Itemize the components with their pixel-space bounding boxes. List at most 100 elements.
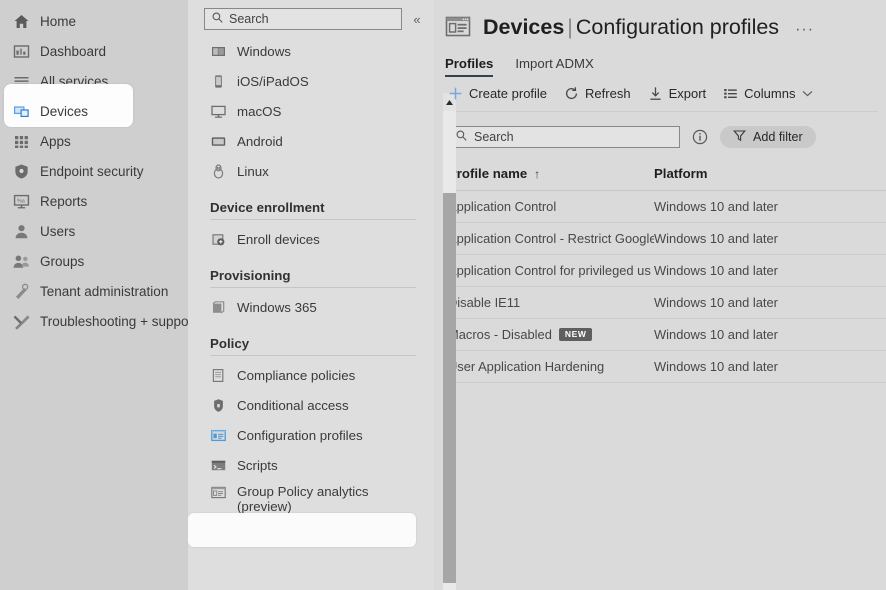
command-bar: Create profile Refresh Export Columns [434, 77, 886, 101]
group-divider [210, 355, 416, 356]
cell-platform: Windows 10 and later [654, 295, 778, 310]
table-row[interactable]: Application ControlWindows 10 and later [448, 191, 886, 223]
sidebar-item-linux[interactable]: Linux [204, 156, 434, 186]
group-divider [210, 287, 416, 288]
nav-item-reports[interactable]: %a Reports [0, 186, 188, 216]
sidebar-item-group-policy-analytics[interactable]: Group Policy analytics (preview) [204, 480, 434, 524]
sidebar-item-conditional-access[interactable]: Conditional access [204, 390, 434, 420]
profiles-table: Profile name ↑ Platform Application Cont… [434, 166, 886, 383]
nav-item-tenant-administration[interactable]: Tenant administration [0, 276, 188, 306]
nav-item-endpoint-security[interactable]: Endpoint security [0, 156, 188, 186]
nav-item-apps[interactable]: Apps [0, 126, 188, 156]
configuration-profiles-icon [210, 427, 226, 443]
column-header-profile-name[interactable]: Profile name ↑ [448, 166, 654, 181]
enroll-devices-icon [210, 231, 226, 247]
sidebar-item-linux-label: Linux [237, 164, 269, 179]
android-tv-icon [210, 133, 226, 149]
profile-name-text: Macros - Disabled [448, 327, 552, 342]
monitor-icon [210, 103, 226, 119]
groups-icon [13, 253, 30, 270]
info-icon[interactable] [692, 129, 708, 145]
export-label: Export [669, 86, 707, 101]
cell-platform: Windows 10 and later [654, 359, 778, 374]
cell-profile-name[interactable]: Macros - Disabled NEW [448, 327, 654, 342]
collapse-panel-icon[interactable]: « [410, 12, 424, 27]
cell-profile-name[interactable]: Application Control - Restrict Google [448, 231, 654, 246]
sidebar-item-configuration-profiles[interactable]: Configuration profiles [204, 420, 434, 450]
all-services-icon [13, 73, 30, 90]
add-filter-button[interactable]: Add filter [720, 126, 816, 148]
group-policy-analytics-line1: Group Policy analytics [237, 484, 369, 499]
export-button[interactable]: Export [648, 86, 707, 101]
troubleshooting-icon [13, 313, 30, 330]
nav-item-home[interactable]: Home [0, 6, 188, 36]
tab-import-admx[interactable]: Import ADMX [515, 56, 593, 77]
table-header-row: Profile name ↑ Platform [448, 166, 886, 191]
sort-ascending-icon: ↑ [534, 167, 540, 181]
table-row[interactable]: Application Control - Restrict GoogleWin… [448, 223, 886, 255]
nav-item-devices[interactable]: Devices [0, 96, 188, 126]
refresh-icon [564, 86, 579, 101]
sidebar-item-windows-365[interactable]: Windows 365 [204, 292, 434, 322]
conditional-access-icon [210, 397, 226, 413]
tab-strip: Profiles Import ADMX [434, 40, 886, 77]
create-profile-button[interactable]: Create profile [448, 86, 547, 101]
nav-item-troubleshooting-support[interactable]: Troubleshooting + support [0, 306, 188, 336]
tab-profiles[interactable]: Profiles [445, 56, 493, 77]
column-header-platform[interactable]: Platform [654, 166, 708, 181]
table-row[interactable]: Application Control for privileged usWin… [448, 255, 886, 287]
nav-item-all-services[interactable]: All services [0, 66, 188, 96]
sidebar-item-ios-ipados[interactable]: iOS/iPadOS [204, 66, 434, 96]
table-row[interactable]: Disable IE11Windows 10 and later [448, 287, 886, 319]
service-nav-scrollbar[interactable] [443, 93, 456, 590]
nav-item-tenant-administration-label: Tenant administration [40, 284, 168, 299]
service-nav-search-input[interactable]: Search [204, 8, 402, 30]
nav-item-groups[interactable]: Groups [0, 246, 188, 276]
scrollbar-thumb[interactable] [443, 193, 456, 583]
service-nav-search-placeholder: Search [229, 12, 269, 26]
filter-icon [733, 129, 746, 145]
dashboard-icon [13, 43, 30, 60]
sidebar-item-scripts[interactable]: Scripts [204, 450, 434, 480]
sidebar-item-windows[interactable]: Windows [204, 36, 434, 66]
nav-item-dashboard-label: Dashboard [40, 44, 106, 59]
reports-icon: %a [13, 193, 30, 210]
cell-profile-name[interactable]: Application Control for privileged us [448, 263, 654, 278]
cell-platform: Windows 10 and later [654, 327, 778, 342]
sidebar-item-macos[interactable]: macOS [204, 96, 434, 126]
group-policy-analytics-line2: (preview) [237, 499, 292, 514]
profile-name-text: Application Control for privileged us [448, 263, 651, 278]
group-policy-icon [210, 484, 226, 500]
grid-search-placeholder: Search [474, 130, 514, 144]
refresh-button[interactable]: Refresh [564, 86, 631, 101]
nav-item-users[interactable]: Users [0, 216, 188, 246]
table-row[interactable]: User Application HardeningWindows 10 and… [448, 351, 886, 383]
status-badge: NEW [559, 328, 592, 341]
sidebar-item-conditional-access-label: Conditional access [237, 398, 349, 413]
page-title-primary: Devices [483, 15, 564, 39]
add-filter-label: Add filter [753, 130, 803, 144]
sidebar-item-android[interactable]: Android [204, 126, 434, 156]
nav-item-groups-label: Groups [40, 254, 84, 269]
cell-profile-name[interactable]: Application Control [448, 199, 654, 214]
columns-button[interactable]: Columns [723, 86, 813, 101]
app-root: Home Dashboard All services Devices [0, 0, 886, 590]
download-icon [648, 86, 663, 101]
page-title-separator: | [564, 15, 576, 39]
profile-name-text: Application Control - Restrict Google [448, 231, 654, 246]
cell-profile-name[interactable]: User Application Hardening [448, 359, 654, 374]
sidebar-item-enroll-devices[interactable]: Enroll devices [204, 224, 434, 254]
more-options-icon[interactable]: ··· [791, 21, 818, 39]
nav-item-apps-label: Apps [40, 134, 71, 149]
phone-icon [210, 73, 226, 89]
cell-profile-name[interactable]: Disable IE11 [448, 295, 654, 310]
sidebar-item-enroll-devices-label: Enroll devices [237, 232, 320, 247]
sidebar-item-compliance-policies[interactable]: Compliance policies [204, 360, 434, 390]
table-row[interactable]: Macros - Disabled NEW Windows 10 and later [448, 319, 886, 351]
grid-search-input[interactable]: Search [448, 126, 680, 148]
nav-item-dashboard[interactable]: Dashboard [0, 36, 188, 66]
columns-label: Columns [744, 86, 795, 101]
home-icon [13, 13, 30, 30]
sidebar-item-configuration-profiles-label: Configuration profiles [237, 428, 363, 443]
cell-platform: Windows 10 and later [654, 199, 778, 214]
